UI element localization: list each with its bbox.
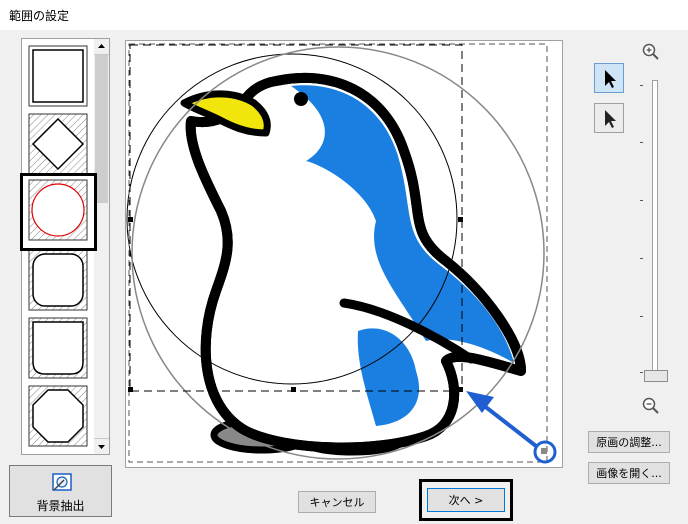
window-title: 範囲の設定: [9, 9, 70, 23]
slider-tick: [640, 85, 643, 86]
slider-tick: [640, 316, 643, 317]
slider-tick: [640, 258, 643, 259]
extract-background-label: 背景抽出: [36, 499, 85, 513]
extract-background-button[interactable]: 背景抽出: [9, 465, 112, 517]
scroll-down-button[interactable]: [94, 438, 109, 454]
direct-select-arrow-icon: [605, 110, 616, 128]
slider-tick: [640, 142, 643, 143]
scroll-up-button[interactable]: [94, 39, 109, 55]
shape-item-octagon[interactable]: [28, 385, 88, 447]
penguin-image: [126, 43, 557, 464]
zoom-in-icon[interactable]: [641, 42, 661, 62]
shape-item-chamfered-rect[interactable]: [28, 317, 88, 379]
direct-select-tool-button[interactable]: [594, 103, 624, 133]
slider-tick: [640, 200, 643, 201]
image-canvas[interactable]: [125, 40, 563, 468]
shape-item-rounded-rect[interactable]: [28, 249, 88, 311]
adjust-original-button[interactable]: 原画の調整...: [588, 431, 670, 453]
zoom-out-icon[interactable]: [641, 396, 661, 416]
zoom-slider-track[interactable]: [652, 80, 658, 382]
next-button-highlight: [419, 479, 513, 521]
title-bar: 範囲の設定: [0, 0, 688, 30]
shape-item-square[interactable]: [28, 45, 88, 107]
slider-tick: [640, 372, 643, 373]
cancel-button[interactable]: キャンセル: [298, 491, 376, 513]
zoom-slider-thumb[interactable]: [644, 370, 668, 382]
dialog-window: 範囲の設定 原画の調整... 画像を開く... 背景抽出 キャンセル 次へ >: [0, 0, 688, 524]
select-tool-button[interactable]: [594, 63, 624, 93]
extract-background-icon: [52, 473, 72, 491]
shape-item-diamond[interactable]: [28, 113, 88, 175]
chevron-up-icon: [98, 44, 105, 48]
chevron-down-icon: [98, 445, 105, 449]
open-image-button[interactable]: 画像を開く...: [588, 462, 670, 484]
select-arrow-icon: [605, 70, 616, 88]
selected-shape-highlight: [20, 173, 97, 251]
